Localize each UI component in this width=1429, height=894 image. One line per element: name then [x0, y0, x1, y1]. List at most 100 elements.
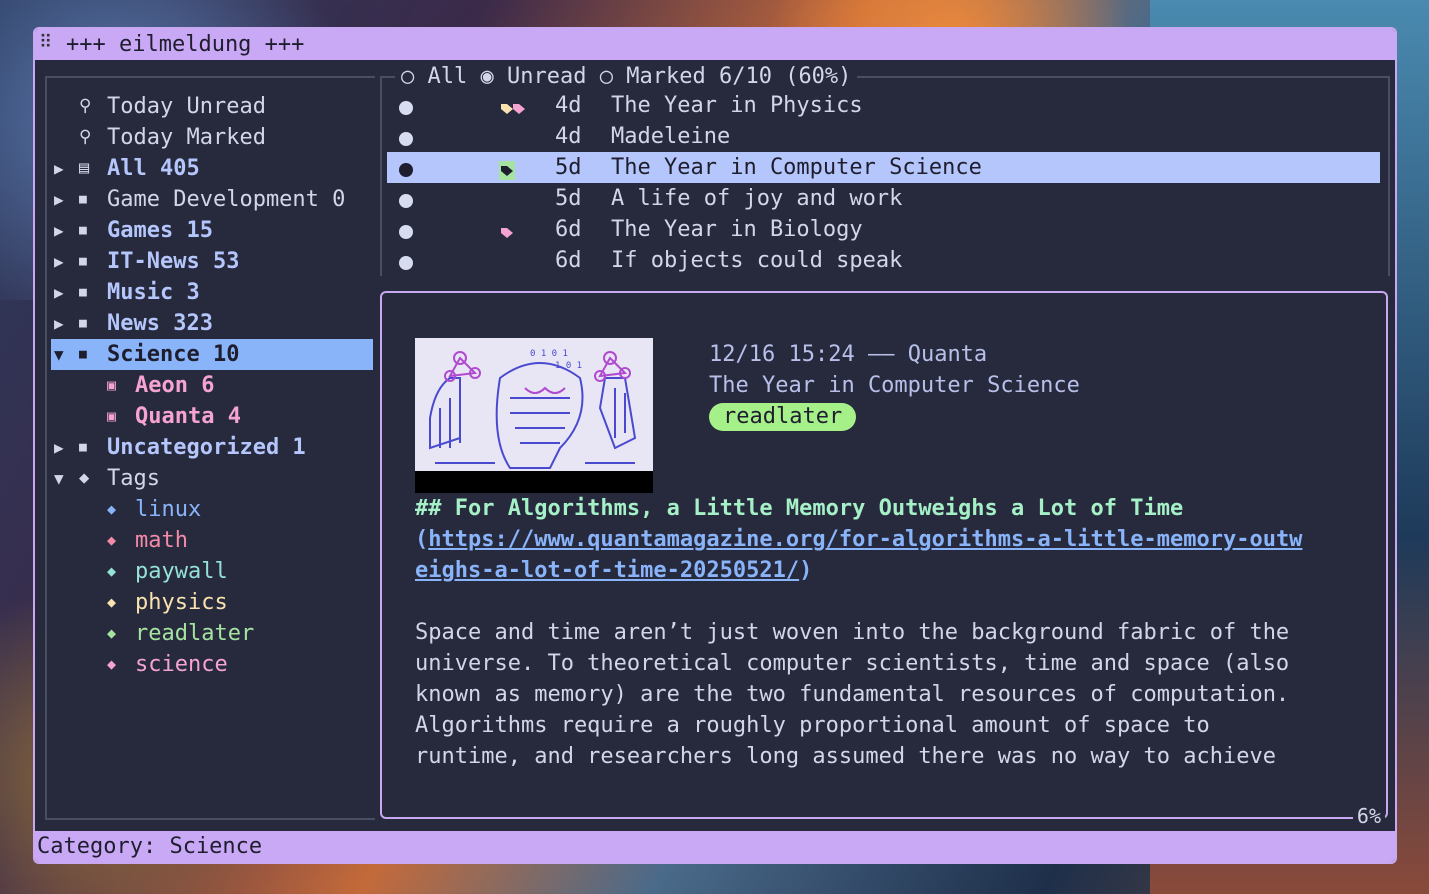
sidebar-item-label: Aeon 6 — [135, 373, 215, 398]
filter-progress: 6/10 (60%) — [718, 64, 852, 89]
paragraph-line: runtime, and researchers long assumed th… — [415, 744, 1276, 769]
svg-text:0 1 0 1: 0 1 0 1 — [530, 349, 568, 359]
sidebar-item[interactable]: ▶ ■ IT-News 53 — [51, 246, 373, 277]
sidebar-item[interactable]: ▶ ■ Games 15 — [51, 215, 373, 246]
sidebar-item[interactable]: ⚲ Today Unread — [51, 91, 373, 122]
sidebar-item-label: Today Unread — [107, 94, 266, 119]
sidebar-item[interactable]: ▼ ■ Science 10 — [51, 339, 373, 370]
article-row[interactable]: 4d The Year in Physics — [387, 90, 1380, 121]
article-age: 6d — [555, 217, 582, 242]
unread-dot-icon — [399, 132, 413, 146]
feed-tree: ⚲ Today Unread ⚲ Today Marked ▶ ▤ All 405 ▶ ■ Gam… — [51, 91, 373, 680]
article-age: 4d — [555, 124, 582, 149]
article-list: 4d The Year in Physics 4d Madeleine 5d The Ye… — [387, 90, 1380, 276]
article-title: The Year in Computer Science — [709, 373, 1080, 398]
tag-badge[interactable]: readlater — [709, 403, 857, 431]
sidebar-item-label: Today Marked — [107, 125, 266, 150]
unread-dot-icon — [399, 194, 413, 208]
collapsed-arrow-icon[interactable]: ▶ — [54, 308, 74, 339]
tag-item[interactable]: ◆ readlater — [51, 618, 373, 649]
article-row[interactable]: 4d Madeleine — [387, 121, 1380, 152]
radio-all-icon[interactable]: ○ — [401, 64, 414, 89]
filter-marked[interactable]: Marked — [626, 64, 705, 89]
sidebar-item[interactable]: ▶ ▤ All 405 — [51, 153, 373, 184]
sidebar-item-label: Tags — [107, 466, 160, 491]
article-title-cell: The Year in Biology — [611, 217, 863, 242]
article-link-line2[interactable]: eighs-a-lot-of-time-20250521/ — [415, 558, 799, 583]
folder-open-icon: ■ — [79, 347, 87, 362]
tag-item[interactable]: ◆ physics — [51, 587, 373, 618]
newspaper-icon: ▤ — [79, 158, 90, 178]
collapsed-arrow-icon[interactable]: ▶ — [54, 184, 74, 215]
sidebar-item[interactable]: ▶ ■ Game Development 0 — [51, 184, 373, 215]
ai-brain-illustration: 0 1 0 1 1 0 1 — [429, 349, 637, 479]
sidebar-item[interactable]: ▶ ■ News 323 — [51, 308, 373, 339]
article-row[interactable]: 6d The Year in Biology — [387, 214, 1380, 245]
collapsed-arrow-icon[interactable]: ▶ — [54, 246, 74, 277]
folder-icon: ■ — [79, 192, 87, 207]
sidebar-item[interactable]: ▣ Quanta 4 — [51, 401, 373, 432]
tags-icon: ◆ — [79, 468, 90, 488]
sidebar-item-label: Music 3 — [107, 280, 200, 305]
article-heading: ## For Algorithms, a Little Memory Outwe… — [415, 496, 1184, 521]
sidebar-item[interactable]: ⚲ Today Marked — [51, 122, 373, 153]
article-title-cell: The Year in Computer Science — [611, 155, 982, 180]
tag-item[interactable]: ◆ math — [51, 525, 373, 556]
link-open-paren: ( — [415, 527, 429, 552]
tag-label: paywall — [135, 559, 228, 584]
article-link-line1[interactable]: https://www.quantamagazine.org/for-algor… — [428, 527, 1302, 552]
expanded-arrow-icon[interactable]: ▼ — [54, 463, 74, 494]
article-body: ## For Algorithms, a Little Memory Outwe… — [415, 493, 1365, 772]
tag-marker-icon — [499, 158, 515, 180]
folder-icon: ■ — [79, 316, 87, 331]
sidebar-item-label: Game Development 0 — [107, 187, 346, 212]
app-window: ⠿ +++ eilmeldung +++ ⚲ Today Unread ⚲ Today… — [33, 27, 1397, 864]
thumbnail-footer — [415, 471, 653, 493]
unread-dot-icon — [399, 256, 413, 270]
folder-icon: ■ — [79, 440, 87, 455]
article-paragraph: Space and time aren’t just woven into th… — [415, 617, 1365, 772]
expanded-arrow-icon[interactable]: ▼ — [54, 339, 74, 370]
collapsed-arrow-icon[interactable]: ▶ — [54, 432, 74, 463]
title-bar[interactable]: ⠿ +++ eilmeldung +++ — [35, 29, 1395, 60]
article-thumbnail: 0 1 0 1 1 0 1 — [415, 338, 653, 493]
filter-unread[interactable]: Unread — [507, 64, 586, 89]
collapsed-arrow-icon[interactable]: ▶ — [54, 215, 74, 246]
sidebar-item[interactable]: ▣ Aeon 6 — [51, 370, 373, 401]
search-icon: ⚲ — [79, 127, 92, 147]
sidebar-item[interactable]: ▶ ■ Uncategorized 1 — [51, 432, 373, 463]
article-row[interactable]: 5d The Year in Computer Science — [387, 152, 1380, 183]
article-age: 5d — [555, 155, 582, 180]
article-row[interactable]: 5d A life of joy and work — [387, 183, 1380, 214]
sidebar-item[interactable]: ▶ ■ Music 3 — [51, 277, 373, 308]
collapsed-arrow-icon[interactable]: ▶ — [54, 277, 74, 308]
tag-item[interactable]: ◆ science — [51, 649, 373, 680]
status-text: Category: Science — [37, 834, 263, 859]
paragraph-line: Algorithms require a roughly proportiona… — [415, 713, 1210, 738]
collapsed-arrow-icon[interactable]: ▶ — [54, 153, 74, 184]
sidebar-item-label: IT-News 53 — [107, 249, 240, 274]
unread-dot-icon — [399, 101, 413, 115]
sidebar-item-label: All 405 — [107, 156, 200, 181]
radio-unread-icon[interactable]: ◉ — [481, 64, 494, 89]
svg-text:1 0 1: 1 0 1 — [555, 361, 582, 371]
tag-icon: ◆ — [107, 593, 117, 611]
tag-label: math — [135, 528, 188, 553]
filter-all[interactable]: All — [428, 64, 468, 89]
article-title-cell: A life of joy and work — [611, 186, 903, 211]
tag-label: linux — [135, 497, 202, 522]
article-datetime: 12/16 15:24 — [709, 342, 855, 367]
sidebar-item-label: News 323 — [107, 311, 213, 336]
tag-icon: ◆ — [107, 624, 117, 642]
article-title-cell: Madeleine — [611, 124, 731, 149]
radio-marked-icon[interactable]: ○ — [600, 64, 613, 89]
tag-label: readlater — [135, 621, 255, 646]
article-row[interactable]: 6d If objects could speak — [387, 245, 1380, 276]
paragraph-line: universe. To theoretical computer scient… — [415, 651, 1290, 676]
tag-item[interactable]: ◆ paywall — [51, 556, 373, 587]
drag-handle-icon[interactable]: ⠿ — [39, 32, 52, 53]
link-close-paren: ) — [799, 558, 813, 583]
tag-item[interactable]: ◆ linux — [51, 494, 373, 525]
meta-separator: —— — [867, 342, 895, 367]
sidebar-item[interactable]: ▼ ◆ Tags — [51, 463, 373, 494]
